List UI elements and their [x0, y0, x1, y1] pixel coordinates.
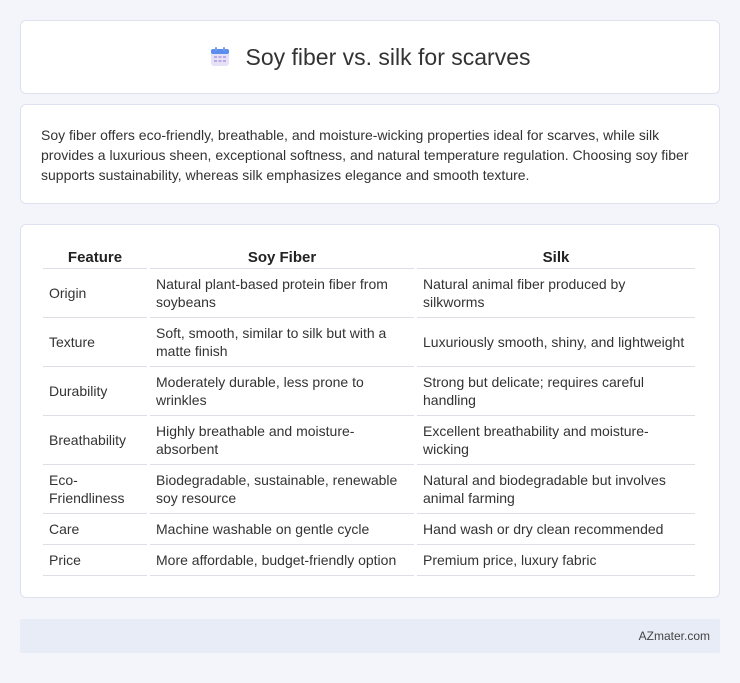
header-feature: Feature [43, 245, 147, 269]
table-card: Feature Soy Fiber Silk Origin Natural pl… [20, 224, 720, 598]
table-header-row: Feature Soy Fiber Silk [43, 245, 695, 269]
silk-cell: Natural and biodegradable but involves a… [417, 465, 695, 514]
table-row: Origin Natural plant-based protein fiber… [43, 269, 695, 318]
silk-cell: Strong but delicate; requires careful ha… [417, 367, 695, 416]
soy-fiber-cell: More affordable, budget-friendly option [150, 545, 414, 576]
calendar-icon [209, 46, 231, 68]
soy-fiber-cell: Biodegradable, sustainable, renewable so… [150, 465, 414, 514]
table-row: Breathability Highly breathable and mois… [43, 416, 695, 465]
title-card: Soy fiber vs. silk for scarves [20, 20, 720, 94]
soy-fiber-cell: Moderately durable, less prone to wrinkl… [150, 367, 414, 416]
feature-cell: Price [43, 545, 147, 576]
summary-card: Soy fiber offers eco-friendly, breathabl… [20, 104, 720, 204]
summary-text: Soy fiber offers eco-friendly, breathabl… [41, 127, 689, 183]
silk-cell: Luxuriously smooth, shiny, and lightweig… [417, 318, 695, 367]
comparison-table: Feature Soy Fiber Silk Origin Natural pl… [40, 245, 698, 576]
feature-cell: Origin [43, 269, 147, 318]
soy-fiber-cell: Soft, smooth, similar to silk but with a… [150, 318, 414, 367]
feature-cell: Texture [43, 318, 147, 367]
soy-fiber-cell: Natural plant-based protein fiber from s… [150, 269, 414, 318]
table-row: Durability Moderately durable, less pron… [43, 367, 695, 416]
table-row: Eco-Friendliness Biodegradable, sustaina… [43, 465, 695, 514]
footer-site-link[interactable]: AZmater.com [639, 629, 710, 643]
soy-fiber-cell: Highly breathable and moisture-absorbent [150, 416, 414, 465]
soy-fiber-cell: Machine washable on gentle cycle [150, 514, 414, 545]
header-silk: Silk [417, 245, 695, 269]
page-title: Soy fiber vs. silk for scarves [245, 43, 531, 70]
footer: AZmater.com [20, 619, 720, 653]
silk-cell: Natural animal fiber produced by silkwor… [417, 269, 695, 318]
table-row: Texture Soft, smooth, similar to silk bu… [43, 318, 695, 367]
feature-cell: Care [43, 514, 147, 545]
silk-cell: Premium price, luxury fabric [417, 545, 695, 576]
silk-cell: Excellent breathability and moisture-wic… [417, 416, 695, 465]
feature-cell: Eco-Friendliness [43, 465, 147, 514]
header-soy-fiber: Soy Fiber [150, 245, 414, 269]
feature-cell: Breathability [43, 416, 147, 465]
feature-cell: Durability [43, 367, 147, 416]
silk-cell: Hand wash or dry clean recommended [417, 514, 695, 545]
table-row: Care Machine washable on gentle cycle Ha… [43, 514, 695, 545]
table-row: Price More affordable, budget-friendly o… [43, 545, 695, 576]
